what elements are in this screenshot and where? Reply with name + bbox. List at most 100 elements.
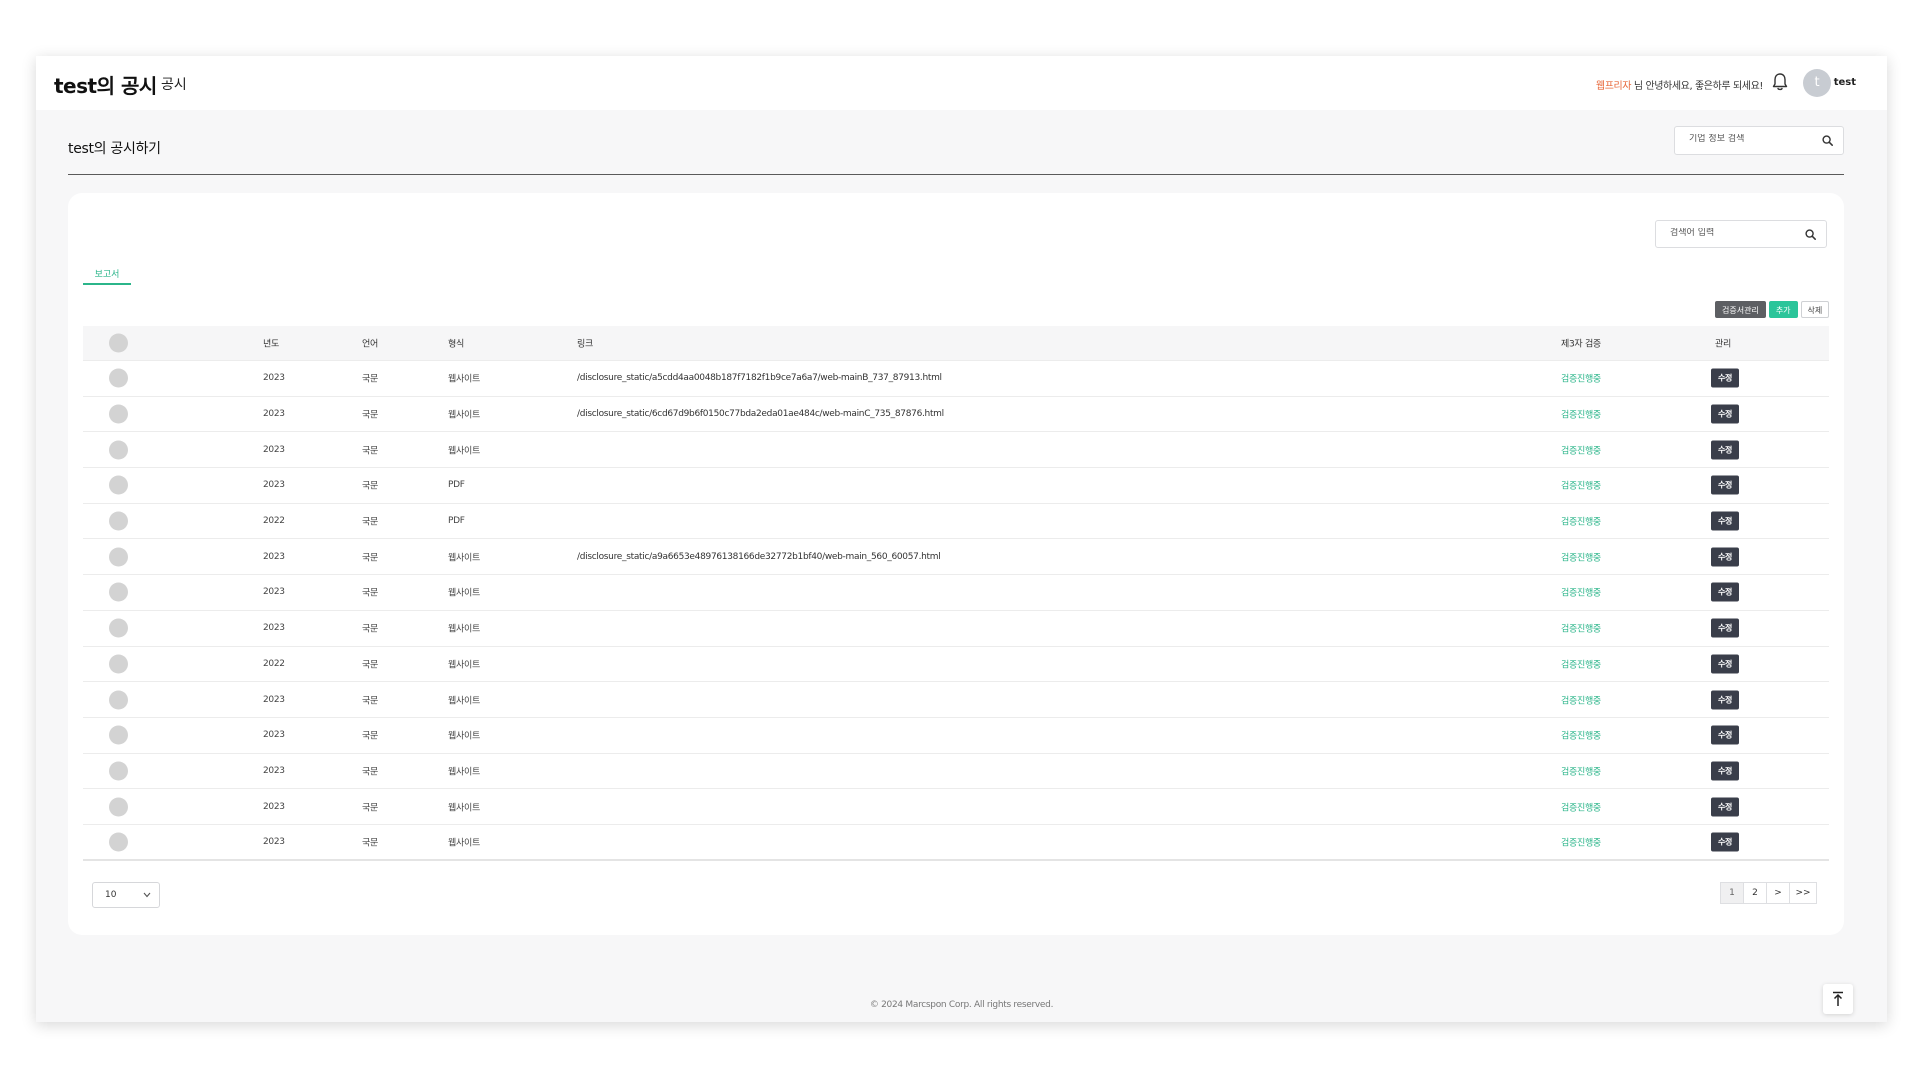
row-checkbox[interactable]: [109, 690, 128, 710]
cell-link[interactable]: /disclosure_static/6cd67d9b6f0150c77bda2…: [577, 409, 944, 419]
table-header-row: 년도 언어 형식 링크 제3자 검증 관리: [83, 326, 1829, 361]
username[interactable]: test: [1834, 77, 1856, 88]
edit-button[interactable]: 수정: [1711, 547, 1739, 567]
bell-icon[interactable]: [1771, 72, 1789, 92]
keyword-search-input[interactable]: [1670, 228, 1790, 238]
verifier-manage-button[interactable]: 검증서관리: [1715, 301, 1766, 318]
row-checkbox[interactable]: [109, 582, 128, 602]
cell-year: 2023: [263, 444, 285, 455]
cell-verification-status[interactable]: 검증진행중: [1561, 764, 1601, 777]
header-format: 형식: [448, 339, 464, 350]
cell-link[interactable]: /disclosure_static/a9a6653e48976138166de…: [577, 552, 941, 562]
cell-link[interactable]: /disclosure_static/a5cdd4aa0048b187f7182…: [577, 373, 942, 383]
cell-verification-status[interactable]: 검증진행중: [1561, 515, 1601, 528]
greeting-role: 웹프리자: [1595, 81, 1632, 92]
row-checkbox[interactable]: [109, 368, 128, 388]
title-divider: [68, 174, 1844, 175]
cell-format: 웹사이트: [448, 660, 480, 671]
next-page-button[interactable]: >: [1766, 882, 1790, 904]
cell-manage: 수정: [1711, 440, 1743, 460]
cell-manage: 수정: [1711, 368, 1743, 388]
edit-button[interactable]: 수정: [1711, 511, 1739, 531]
edit-button[interactable]: 수정: [1711, 654, 1739, 674]
table-actions: 검증서관리 추가 삭제: [1715, 301, 1830, 318]
chevron-down-icon: [143, 892, 151, 898]
cell-manage: 수정: [1711, 511, 1743, 531]
greeting-message: 님 안녕하세요, 좋은하루 되세요!: [1631, 81, 1764, 92]
cell-verification-status[interactable]: 검증진행중: [1561, 836, 1601, 849]
header-manage: 관리: [1715, 339, 1731, 350]
cell-verification-status[interactable]: 검증진행중: [1561, 443, 1601, 456]
cell-manage: 수정: [1711, 690, 1743, 710]
table-row: 2023 국문 웹사이트 검증진행중 수정: [83, 682, 1829, 718]
edit-button[interactable]: 수정: [1711, 690, 1739, 710]
cell-year: 2023: [263, 551, 285, 562]
scroll-top-button[interactable]: [1823, 984, 1853, 1014]
cell-verification-status[interactable]: 검증진행중: [1561, 657, 1601, 670]
cell-format: 웹사이트: [448, 410, 480, 421]
cell-verification-status[interactable]: 검증진행중: [1561, 586, 1601, 599]
row-checkbox[interactable]: [109, 547, 128, 567]
table-bottom-divider: [83, 859, 1829, 861]
row-checkbox[interactable]: [109, 725, 128, 745]
cell-year: 2023: [263, 373, 285, 384]
edit-button[interactable]: 수정: [1711, 404, 1739, 424]
edit-button[interactable]: 수정: [1711, 475, 1739, 495]
row-checkbox[interactable]: [109, 475, 128, 495]
cell-verification-status[interactable]: 검증진행중: [1561, 693, 1601, 706]
edit-button[interactable]: 수정: [1711, 618, 1739, 638]
scroll-top-icon: [1833, 991, 1843, 1006]
content-card: 보고서 검증서관리 추가 삭제 년도 언어 형식 링크 제3자 검증 관리 20…: [68, 193, 1844, 935]
cell-verification-status[interactable]: 검증진행중: [1561, 622, 1601, 635]
cell-language: 국문: [362, 624, 378, 635]
edit-button[interactable]: 수정: [1711, 440, 1739, 460]
add-button[interactable]: 추가: [1768, 301, 1798, 318]
row-checkbox[interactable]: [109, 618, 128, 638]
table-body: 2023 국문 웹사이트/disclosure_static/a5cdd4aa004…: [83, 361, 1829, 861]
tab-report[interactable]: 보고서: [83, 267, 131, 285]
search-icon[interactable]: [1805, 229, 1816, 240]
row-checkbox[interactable]: [109, 832, 128, 852]
row-checkbox[interactable]: [109, 511, 128, 531]
cell-verification-status[interactable]: 검증진행중: [1561, 479, 1601, 492]
edit-button[interactable]: 수정: [1711, 761, 1739, 781]
row-checkbox[interactable]: [109, 761, 128, 781]
search-icon[interactable]: [1822, 135, 1833, 146]
cell-manage: 수정: [1711, 547, 1743, 567]
row-checkbox[interactable]: [109, 404, 128, 424]
cell-year: 2023: [263, 694, 285, 705]
company-search-input[interactable]: [1689, 134, 1809, 144]
edit-button[interactable]: 수정: [1711, 368, 1739, 388]
page-2-button[interactable]: 2: [1743, 882, 1767, 904]
page-title: test의 공시하기: [68, 141, 161, 157]
page-size-select[interactable]: 10: [92, 882, 160, 908]
cell-verification-status[interactable]: 검증진행중: [1561, 729, 1601, 742]
cell-format: PDF: [448, 480, 465, 491]
page-1-button[interactable]: 1: [1720, 882, 1744, 904]
edit-button[interactable]: 수정: [1711, 797, 1739, 817]
table-row: 2023 국문 웹사이트/disclosure_static/6cd67d9b6f0…: [83, 397, 1829, 433]
cell-verification-status[interactable]: 검증진행중: [1561, 408, 1601, 421]
edit-button[interactable]: 수정: [1711, 582, 1739, 602]
cell-manage: 수정: [1711, 618, 1743, 638]
row-checkbox[interactable]: [109, 654, 128, 674]
row-checkbox[interactable]: [109, 440, 128, 460]
nav-disclosure[interactable]: 공시: [161, 74, 187, 94]
header-language: 언어: [362, 339, 378, 350]
avatar[interactable]: t: [1803, 69, 1831, 97]
brand-logo[interactable]: test의 공시: [54, 70, 157, 99]
edit-button[interactable]: 수정: [1711, 725, 1739, 745]
cell-language: 국문: [362, 517, 378, 528]
cell-verification-status[interactable]: 검증진행중: [1561, 800, 1601, 813]
greeting-text: 웹프리자 님 안녕하세요, 좋은하루 되세요!: [1595, 77, 1764, 92]
cell-verification-status[interactable]: 검증진행중: [1561, 550, 1601, 563]
pagination: 1 2 > >>: [1720, 882, 1817, 904]
select-all-checkbox[interactable]: [109, 333, 128, 353]
last-page-button[interactable]: >>: [1789, 882, 1817, 904]
cell-verification-status[interactable]: 검증진행중: [1561, 372, 1601, 385]
cell-manage: 수정: [1711, 475, 1743, 495]
table-row: 2023 국문 웹사이트 검증진행중 수정: [83, 754, 1829, 790]
delete-button[interactable]: 삭제: [1800, 301, 1830, 318]
edit-button[interactable]: 수정: [1711, 832, 1739, 852]
row-checkbox[interactable]: [109, 797, 128, 817]
